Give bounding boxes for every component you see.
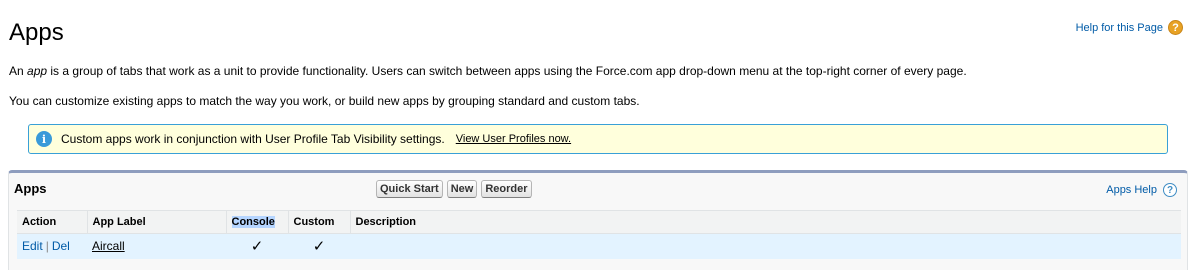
table-header-row: Action App Label Console Custom Descript… bbox=[17, 210, 1181, 234]
apps-panel-title: Apps bbox=[14, 181, 47, 196]
intro-text-secondary: You can customize existing apps to match… bbox=[9, 94, 640, 108]
intro-text: An app is a group of tabs that work as a… bbox=[9, 64, 967, 78]
info-message: i Custom apps work in conjunction with U… bbox=[28, 124, 1168, 154]
apps-table: Action App Label Console Custom Descript… bbox=[17, 210, 1181, 259]
description-cell bbox=[350, 234, 1181, 259]
new-button[interactable]: New bbox=[446, 180, 478, 198]
action-cell: Edit | Del bbox=[17, 234, 87, 259]
apps-help-link[interactable]: Apps Help ? bbox=[1106, 183, 1177, 197]
column-header-custom[interactable]: Custom bbox=[287, 210, 350, 234]
action-separator: | bbox=[45, 239, 49, 254]
custom-check-icon: ✓ bbox=[312, 238, 326, 256]
column-header-console[interactable]: Console bbox=[225, 210, 288, 234]
console-header-label: Console bbox=[231, 216, 275, 228]
edit-link[interactable]: Edit bbox=[22, 239, 43, 253]
app-label-cell: Aircall bbox=[87, 234, 226, 259]
page-title: Apps bbox=[9, 19, 64, 46]
column-header-action: Action bbox=[17, 210, 87, 234]
help-for-page-link[interactable]: Help for this Page ? bbox=[1076, 20, 1183, 35]
reorder-button[interactable]: Reorder bbox=[481, 180, 532, 198]
info-message-text: Custom apps work in conjunction with Use… bbox=[61, 132, 445, 146]
intro-app-term: app bbox=[27, 64, 48, 78]
table-row: Edit | Del Aircall ✓ ✓ bbox=[17, 233, 1181, 259]
intro-part1: An bbox=[9, 64, 28, 78]
view-user-profiles-link[interactable]: View User Profiles now. bbox=[456, 133, 571, 145]
help-icon[interactable]: ? bbox=[1163, 183, 1177, 197]
intro-part2: is a group of tabs that work as a unit t… bbox=[47, 64, 967, 78]
apps-help-label[interactable]: Apps Help bbox=[1106, 184, 1157, 196]
apps-button-bar: Quick Start New Reorder bbox=[376, 180, 532, 198]
column-header-description: Description bbox=[349, 210, 1181, 234]
console-check-icon: ✓ bbox=[250, 238, 264, 256]
help-link-label[interactable]: Help for this Page bbox=[1076, 22, 1163, 34]
column-header-app-label[interactable]: App Label bbox=[86, 210, 226, 234]
apps-panel: Apps Quick Start New Reorder Apps Help ?… bbox=[8, 170, 1188, 270]
app-label-link[interactable]: Aircall bbox=[92, 239, 125, 253]
delete-link[interactable]: Del bbox=[52, 239, 70, 253]
quick-start-button[interactable]: Quick Start bbox=[376, 180, 443, 198]
info-icon: i bbox=[36, 131, 52, 147]
help-icon[interactable]: ? bbox=[1168, 20, 1183, 35]
